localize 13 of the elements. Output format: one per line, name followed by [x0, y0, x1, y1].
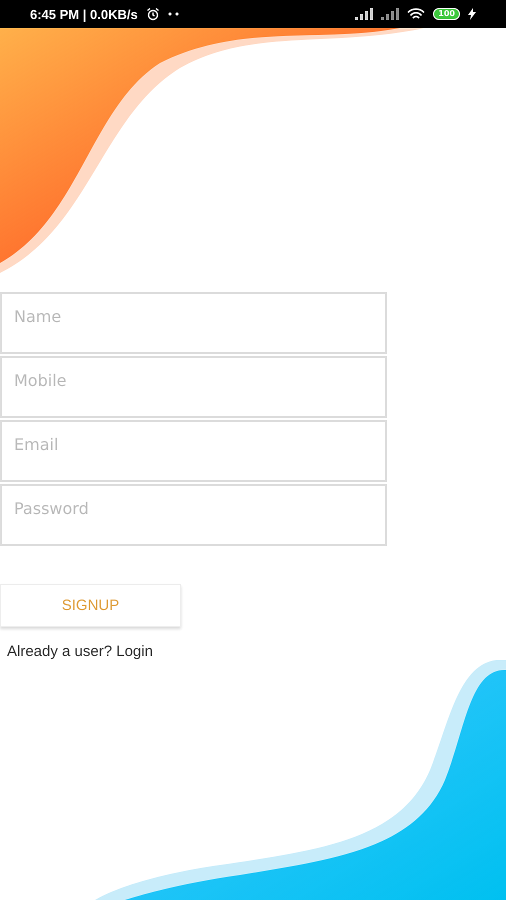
- login-link[interactable]: Already a user? Login: [7, 643, 153, 660]
- alarm-icon: [146, 7, 160, 21]
- battery-indicator: 100: [433, 8, 460, 20]
- signal-icon: [355, 8, 374, 20]
- input-field[interactable]: Mobile: [0, 356, 387, 418]
- notification-dots-icon: [168, 12, 180, 16]
- status-time: 6:45 PM | 0.0KB/s: [30, 6, 138, 22]
- input-field[interactable]: Email: [0, 420, 387, 482]
- wifi-icon: [407, 8, 426, 20]
- charging-icon: [468, 8, 476, 20]
- input-field[interactable]: Password: [0, 484, 387, 546]
- signal-icon: [381, 8, 400, 20]
- input-field[interactable]: Name: [0, 292, 387, 354]
